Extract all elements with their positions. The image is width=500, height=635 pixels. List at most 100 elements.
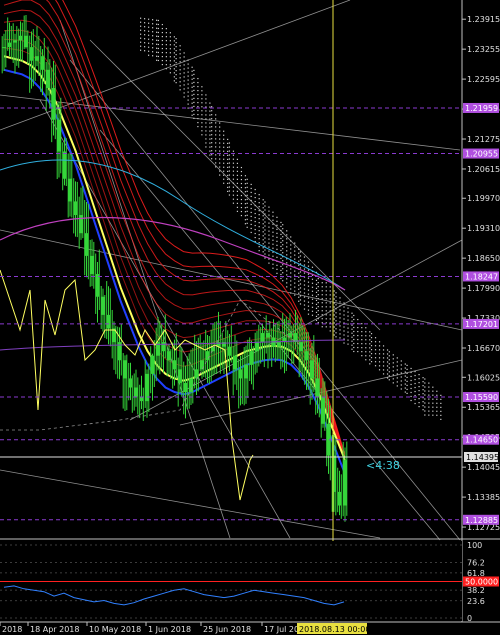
cloud-dot: [201, 90, 203, 92]
cloud-dot: [244, 183, 247, 185]
candle-body: [29, 47, 34, 61]
cloud-dot: [211, 106, 213, 108]
time-axis-label: 1 Jun 2018: [148, 625, 191, 634]
cloud-dot: [173, 56, 175, 58]
cloud-dot: [215, 158, 217, 160]
cloud-dot: [432, 398, 434, 400]
cloud-dot: [303, 268, 306, 270]
candle-body: [183, 382, 188, 393]
cloud-dot: [223, 158, 225, 160]
time-axis[interactable]: 2018 18 Apr 2018 10 May 2018 1 Jun 2018 25 J…: [0, 622, 299, 634]
cloud-dot: [187, 71, 189, 73]
cloud-dot: [165, 44, 167, 46]
cloud-dot: [294, 250, 296, 252]
cloud-dot: [193, 105, 195, 108]
cloud-dot: [211, 134, 213, 136]
cloud-dot: [357, 330, 359, 333]
cloud-dot: [329, 306, 331, 308]
cloud-dot: [440, 402, 442, 404]
cloud-dot: [215, 122, 217, 124]
cloud-dot: [201, 98, 203, 100]
cloud-dot: [315, 311, 318, 313]
cloud-dot: [298, 300, 300, 302]
cloud-dot: [152, 31, 154, 33]
cloud-dot: [424, 382, 426, 384]
cloud-dot: [378, 345, 381, 347]
cloud-dot: [262, 199, 264, 201]
cloud-dot: [282, 252, 284, 254]
cloud-dot: [268, 222, 270, 224]
cloud-dot: [388, 371, 390, 373]
cloud-dot: [329, 302, 331, 304]
cloud-dot: [388, 367, 390, 369]
cloud-dot: [303, 264, 306, 266]
cloud-dot: [347, 331, 349, 333]
cloud-dot: [299, 255, 302, 257]
cloud-dot: [201, 86, 203, 88]
cloud-dot: [169, 52, 171, 54]
cloud-dot: [219, 162, 221, 164]
candle-body: [205, 351, 210, 361]
cloud-dot: [374, 361, 377, 363]
cloud-dot: [386, 365, 389, 367]
cloud-dot: [335, 304, 337, 306]
trading-chart[interactable]: <4:38 1.239151.232551.225951.219351.2127…: [0, 0, 500, 635]
cloud-dot: [240, 206, 243, 209]
cloud-dot: [191, 66, 193, 68]
cloud-dot: [219, 122, 221, 124]
cloud-dot: [161, 31, 163, 34]
cloud-dot: [169, 40, 171, 42]
cloud-dot: [325, 286, 327, 288]
cloud-dot: [280, 257, 282, 260]
cloud-dot: [264, 249, 266, 251]
cloud-dot: [388, 351, 390, 353]
cloud-dot: [315, 299, 318, 301]
cloud-dot: [378, 353, 381, 355]
cloud-dot: [211, 130, 213, 132]
cloud-dot: [197, 109, 199, 112]
cloud-dot: [294, 286, 296, 288]
cloud-dot: [156, 43, 158, 45]
cloud-dot: [436, 406, 438, 408]
cloud-dot: [262, 231, 264, 233]
cloud-dot: [282, 224, 284, 226]
cloud-dot: [410, 367, 412, 370]
cloud-dot: [414, 382, 416, 385]
cloud-dot: [343, 318, 345, 320]
cloud-dot: [169, 36, 171, 38]
cloud-dot: [140, 17, 142, 19]
cloud-dot: [303, 272, 306, 274]
cloud-dot: [329, 290, 331, 292]
cloud-dot: [264, 257, 266, 259]
cloud-dot: [244, 207, 247, 209]
cloud-dot: [298, 296, 300, 298]
cloud-dot: [205, 138, 207, 140]
cloud-dot: [254, 200, 256, 203]
cloud-dot: [382, 353, 385, 355]
cloud-dot: [161, 39, 163, 42]
cloud-dot: [325, 314, 327, 316]
cloud-dot: [424, 390, 426, 392]
cloud-dot: [240, 166, 243, 169]
cloud-dot: [325, 290, 327, 292]
cloud-dot: [258, 194, 260, 196]
cloud-dot: [392, 362, 394, 364]
cloud-dot: [161, 43, 163, 46]
cloud-dot: [144, 34, 146, 36]
cloud-dot: [298, 284, 300, 286]
cloud-dot: [191, 82, 193, 84]
cloud-dot: [388, 375, 390, 377]
cloud-dot: [335, 300, 337, 302]
cloud-dot: [228, 142, 231, 144]
cloud-dot: [294, 294, 296, 296]
cloud-dot: [191, 90, 193, 92]
cloud-dot: [315, 307, 318, 309]
cloud-dot: [351, 316, 353, 318]
cloud-dot: [268, 262, 270, 264]
cloud-dot: [290, 288, 292, 290]
cloud-dot: [148, 22, 150, 24]
cloud-dot: [361, 339, 363, 341]
cloud-dot: [219, 130, 221, 132]
cloud-dot: [144, 30, 146, 32]
cloud-dot: [418, 398, 420, 400]
